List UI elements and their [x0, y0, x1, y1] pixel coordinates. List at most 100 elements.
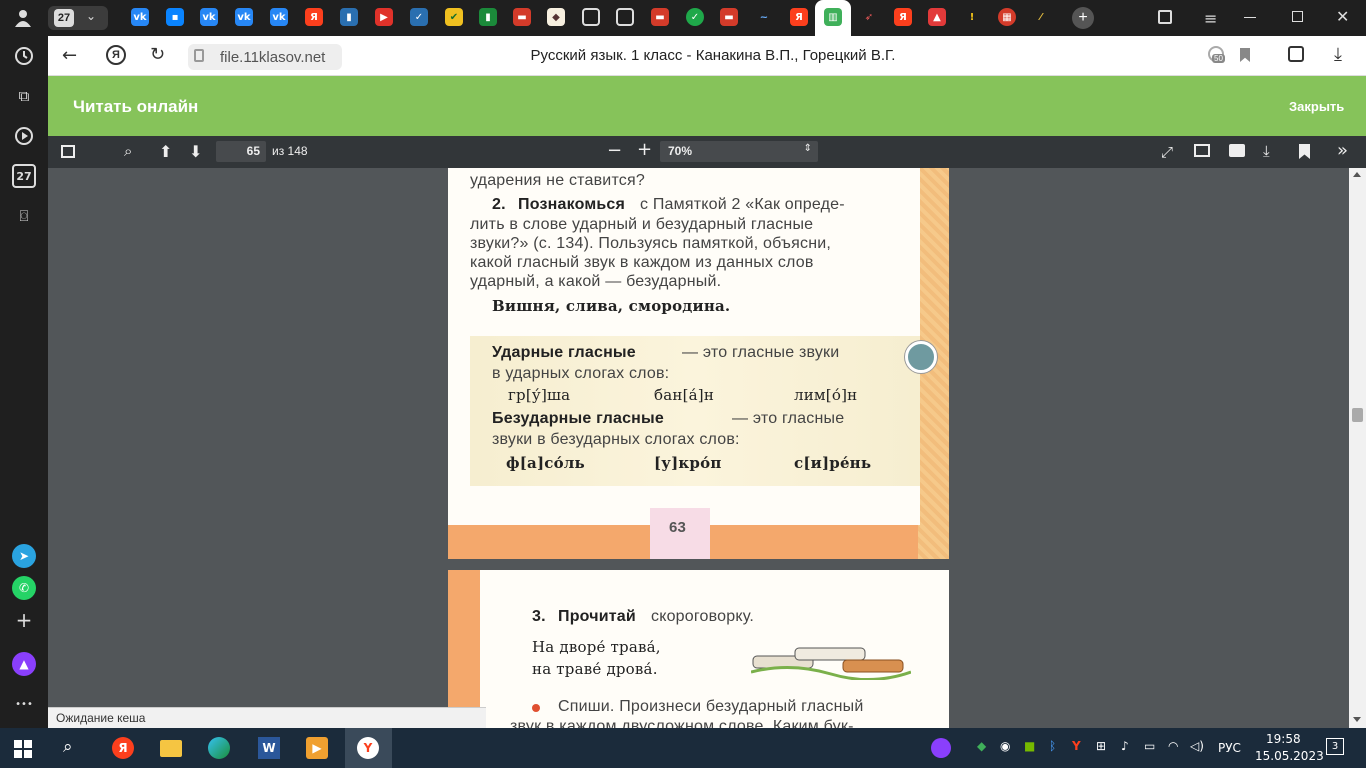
folder-icon[interactable]: ▬ [651, 8, 669, 26]
edit-icon[interactable]: ⁄ [1032, 8, 1050, 26]
grid-icon[interactable]: ▦ [998, 8, 1016, 26]
tray-update-icon[interactable]: ⊞ [1096, 739, 1106, 753]
pdf-page-64: 3. Прочитай скороговорку. На дворе́ трав… [448, 570, 949, 728]
vk-icon[interactable]: vk [131, 8, 149, 26]
folder-icon[interactable]: ▬ [720, 8, 738, 26]
zoom-in-icon[interactable]: + [637, 139, 652, 160]
tab-groups-button[interactable]: 27 ⌄ [48, 6, 108, 30]
volume-icon[interactable]: ◁) [1190, 739, 1204, 753]
whatsapp-icon[interactable]: ✆ [12, 576, 36, 600]
open-file-icon[interactable] [1194, 144, 1210, 157]
vk-icon[interactable]: vk [270, 8, 288, 26]
page-left-margin [448, 570, 480, 728]
print-icon[interactable] [1229, 144, 1245, 157]
collections-add-icon[interactable] [1288, 46, 1304, 62]
tray-yandex-icon[interactable]: Y [1072, 739, 1081, 753]
prev-page-icon[interactable]: ⬆ [159, 142, 172, 161]
windows-start-icon[interactable] [14, 740, 32, 758]
task2-line: какой гласный звук в каждом из данных сл… [470, 254, 814, 271]
yandex-icon[interactable]: Я [894, 8, 912, 26]
search-icon[interactable]: ⌕ [124, 142, 132, 160]
yandex-browser-icon[interactable]: Я [112, 737, 134, 759]
language-indicator[interactable]: РУС [1218, 741, 1241, 755]
yandex-icon[interactable]: Я [305, 8, 323, 26]
history-icon[interactable] [12, 44, 36, 68]
yandex-icon[interactable]: Я [790, 8, 808, 26]
minimize-icon[interactable] [1244, 17, 1256, 18]
alice-icon[interactable] [931, 738, 951, 758]
play-icon[interactable] [12, 124, 36, 148]
close-reader-link[interactable]: Закрыть [1289, 99, 1344, 114]
image-icon[interactable]: ◆ [547, 8, 565, 26]
file-explorer-icon[interactable] [160, 740, 182, 757]
check-icon[interactable]: ✓ [410, 8, 428, 26]
sidebar-toggle-icon[interactable] [61, 145, 75, 158]
media-player-icon[interactable]: ▶ [306, 737, 328, 759]
chart-icon[interactable]: ~ [755, 8, 773, 26]
pdf-viewer[interactable]: ударения не ставится? 2. Познакомься с П… [48, 168, 1349, 728]
word-icon[interactable]: W [258, 737, 280, 759]
back-icon[interactable]: ← [62, 45, 77, 66]
next-page-icon[interactable]: ⬇ [189, 142, 202, 161]
clock-date[interactable]: 15.05.2023 [1255, 749, 1324, 763]
document-icon[interactable] [582, 8, 600, 26]
rocket-icon[interactable]: ➶ [860, 8, 878, 26]
menu-icon[interactable]: ≡ [1204, 9, 1217, 28]
scroll-thumb[interactable] [1352, 408, 1363, 422]
save-icon[interactable]: ⤓ [1263, 142, 1270, 160]
page-icon[interactable]: ▮ [479, 8, 497, 26]
telegram-icon[interactable]: ➤ [12, 544, 36, 568]
yandex-logo-icon[interactable]: Я [106, 45, 126, 65]
edge-icon[interactable] [208, 737, 230, 759]
url-pill[interactable]: file.11klasov.net [188, 44, 342, 70]
add-icon[interactable]: + [12, 608, 36, 632]
app-icon[interactable]: ▲ [928, 8, 946, 26]
vk-icon[interactable]: vk [235, 8, 253, 26]
info-icon[interactable]: ! [963, 8, 981, 26]
alice-icon[interactable]: ▲ [12, 652, 36, 676]
video-icon[interactable]: ▶ [375, 8, 393, 26]
scroll-down-icon[interactable] [1353, 717, 1361, 722]
wifi-icon[interactable]: ◠ [1168, 739, 1178, 753]
download-icon[interactable]: ⤓ [1334, 44, 1342, 65]
zoom-out-icon[interactable]: − [607, 140, 622, 161]
collections-icon[interactable] [1158, 10, 1172, 24]
bookmark-icon[interactable] [1299, 144, 1310, 159]
book-icon[interactable]: ▮ [340, 8, 358, 26]
clock-time[interactable]: 19:58 [1266, 732, 1301, 746]
tray-battery-icon[interactable]: ▭ [1144, 739, 1155, 753]
scroll-up-icon[interactable] [1353, 172, 1361, 177]
profile-icon[interactable] [14, 9, 32, 27]
bookmark-icon[interactable] [1240, 48, 1250, 62]
tray-mic-icon[interactable]: ♪ [1121, 739, 1129, 753]
close-icon[interactable]: ✕ [1336, 7, 1349, 26]
active-tab[interactable]: ▥ [815, 0, 851, 36]
search-icon[interactable]: ⌕ [63, 737, 73, 757]
tray-nvidia-icon[interactable]: ■ [1024, 739, 1035, 753]
checklist-icon[interactable]: ✔ [445, 8, 463, 26]
page-number-input[interactable]: 65 [216, 141, 266, 162]
calendar-icon[interactable]: 27 [12, 164, 36, 188]
document-icon[interactable] [616, 8, 634, 26]
active-taskbar-item[interactable]: Y [345, 728, 392, 768]
more-label: ••• [15, 698, 33, 710]
tray-shield-icon[interactable]: ◆ [977, 739, 986, 753]
more-tools-icon[interactable]: » [1337, 140, 1348, 161]
copy-icon[interactable]: ⧉ [12, 84, 36, 108]
more-icon[interactable]: ••• [12, 692, 36, 716]
restore-icon[interactable] [1292, 11, 1303, 22]
messenger-icon[interactable]: ▪ [166, 8, 184, 26]
reload-icon[interactable]: ↻ [150, 44, 165, 65]
camera-icon[interactable]: ⌼ [12, 204, 36, 228]
new-tab-button[interactable]: + [1072, 7, 1094, 29]
notification-icon[interactable]: 3 [1326, 738, 1344, 755]
bluetooth-icon[interactable]: ᛒ [1049, 739, 1056, 753]
page-count: из 148 [272, 144, 308, 158]
vk-icon[interactable]: vk [200, 8, 218, 26]
tray-app-icon[interactable]: ◉ [1000, 739, 1010, 753]
scrollbar[interactable] [1349, 168, 1366, 728]
fullscreen-icon[interactable]: ⤢ [1161, 143, 1173, 161]
check-circle-icon[interactable]: ✓ [686, 8, 704, 26]
folder-icon[interactable]: ▬ [513, 8, 531, 26]
zoom-select[interactable]: 70% ⇕ [660, 141, 818, 162]
